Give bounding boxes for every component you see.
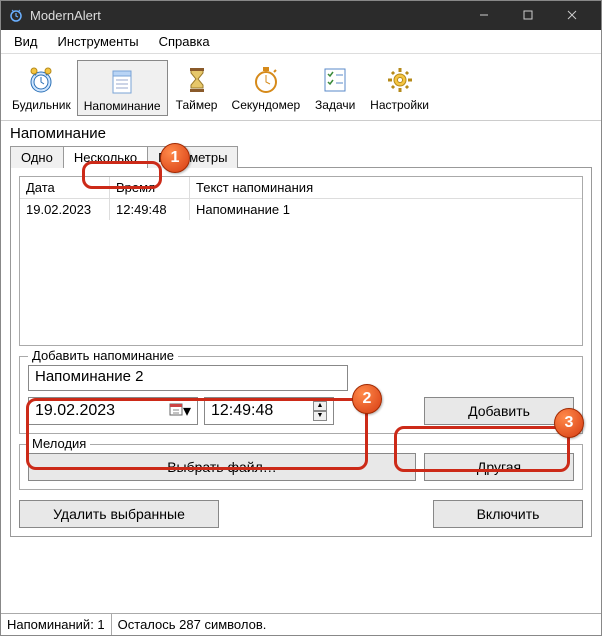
spin-up[interactable]: ▲ xyxy=(313,401,327,411)
date-input[interactable]: 19.02.2023 ▾ xyxy=(28,397,198,425)
annotation-2-badge: 2 xyxy=(352,384,382,414)
other-melody-button[interactable]: Другая xyxy=(424,453,574,481)
time-spinner[interactable]: ▲▼ xyxy=(313,401,327,421)
tab-one[interactable]: Одно xyxy=(10,146,64,168)
time-input[interactable]: 12:49:48 ▲▼ xyxy=(204,397,334,425)
status-count: Напоминаний: 1 xyxy=(7,617,105,632)
add-reminder-group: Добавить напоминание Напоминание 2 19.02… xyxy=(19,356,583,434)
add-group-label: Добавить напоминание xyxy=(28,348,178,363)
status-chars: Осталось 287 символов. xyxy=(118,617,267,632)
tab-many[interactable]: Несколько xyxy=(63,146,148,168)
status-bar: Напоминаний: 1 Осталось 287 символов. xyxy=(1,613,601,635)
date-value: 19.02.2023 xyxy=(35,402,115,420)
tab-strip: Одно Несколько Параметры xyxy=(0,146,602,168)
annotation-3-badge: 3 xyxy=(554,408,584,438)
reminder-text-input[interactable]: Напоминание 2 xyxy=(28,365,348,391)
choose-file-button[interactable]: Выбрать файл… xyxy=(28,453,416,481)
time-value: 12:49:48 xyxy=(211,402,273,420)
melody-label: Мелодия xyxy=(28,436,90,451)
spin-down[interactable]: ▼ xyxy=(313,411,327,421)
calendar-icon[interactable]: ▾ xyxy=(169,401,191,421)
add-button[interactable]: Добавить xyxy=(424,397,574,425)
annotation-1-badge: 1 xyxy=(160,143,190,173)
melody-group: Мелодия Выбрать файл… Другая xyxy=(19,444,583,490)
